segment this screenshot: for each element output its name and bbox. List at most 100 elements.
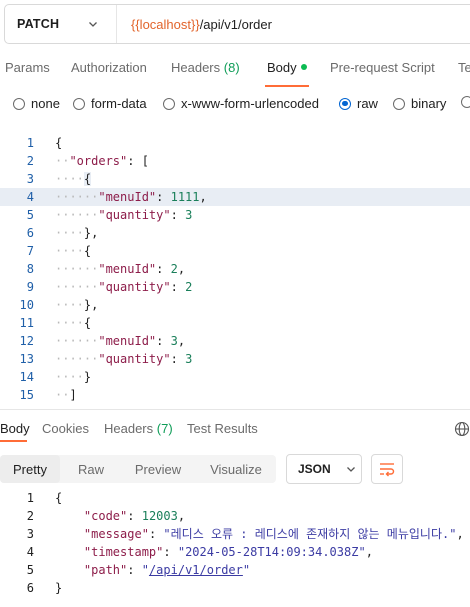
radio-circle [393, 97, 405, 110]
radio-circle [73, 97, 85, 110]
response-line: 2 "code": 12003, [0, 507, 470, 525]
json-number: 2 [170, 262, 178, 276]
json-key: "menuId" [98, 334, 157, 348]
tab-prerequest[interactable]: Pre-request Script [330, 60, 435, 75]
tab-params[interactable]: Params [5, 60, 50, 75]
radio-form-data[interactable]: form-data [73, 96, 147, 111]
radio-raw[interactable]: raw [339, 96, 378, 111]
code-line: 5 ······"quantity": 3 [0, 206, 470, 224]
view-pretty-button[interactable]: Pretty [0, 455, 60, 483]
line-number: 2 [26, 509, 34, 523]
code-line: 3 ····{ [0, 170, 470, 188]
url-variable: {{localhost}} [131, 16, 200, 32]
response-line: 4 "timestamp": "2024-05-28T14:09:34.038Z… [0, 543, 470, 561]
line-number: 9 [26, 280, 34, 294]
code-text: ····{ [55, 244, 92, 258]
radio-none[interactable]: none [13, 96, 60, 111]
json-key: "timestamp" [83, 545, 164, 559]
code-text: ····} [55, 370, 92, 384]
radio-circle [461, 96, 470, 108]
wrap-lines-button[interactable] [371, 454, 403, 484]
code-text: ····{ [55, 172, 92, 186]
line-number: 8 [26, 262, 34, 276]
pane-divider[interactable] [0, 409, 470, 410]
line-number: 1 [26, 136, 34, 150]
response-tab-test-results[interactable]: Test Results [187, 421, 258, 436]
view-visualize-button[interactable]: Visualize [196, 455, 276, 483]
code-text: ··"orders": [ [55, 154, 149, 168]
response-tab-body[interactable]: Body [0, 421, 30, 436]
code-text: { [55, 136, 63, 150]
tab-body[interactable]: Body [267, 60, 307, 75]
request-bar: PATCH {{localhost}}/api/v1/order [4, 4, 470, 44]
json-number: 3 [170, 334, 178, 348]
response-line: 1{ [0, 489, 470, 507]
json-string: "2024-05-28T14:09:34.038Z" [177, 545, 366, 559]
json-number: 2 [185, 280, 193, 294]
response-line: 3 "message": "레디스 오류 : 레디스에 존재하지 않는 메뉴입니… [0, 525, 470, 543]
url-path: /api/v1/order [199, 16, 272, 32]
code-line-highlighted: 4 ······"menuId": 1111, [0, 188, 470, 206]
json-key: "code" [83, 509, 128, 523]
radio-circle [339, 97, 351, 110]
format-select[interactable]: JSON [286, 454, 362, 484]
line-number: 1 [26, 491, 34, 505]
format-label: JSON [298, 462, 331, 476]
code-line: 6 ····}, [0, 224, 470, 242]
radio-urlencoded[interactable]: x-www-form-urlencoded [163, 96, 319, 111]
radio-label: binary [411, 96, 447, 111]
view-preview-button[interactable]: Preview [122, 455, 194, 483]
code-line: 14 ····} [0, 368, 470, 386]
radio-graphql[interactable] [461, 96, 470, 108]
response-tab-headers[interactable]: Headers (7) [104, 421, 173, 436]
line-number: 12 [19, 334, 34, 348]
view-raw-button[interactable]: Raw [62, 455, 120, 483]
json-key: "orders" [69, 154, 128, 168]
code-text: ····}, [55, 298, 99, 312]
response-body[interactable]: 1{ 2 "code": 12003, 3 "message": "레디스 오류… [0, 489, 470, 599]
line-number: 2 [26, 154, 34, 168]
line-number: 3 [26, 172, 34, 186]
code-text: ······"quantity": 3 [55, 352, 193, 366]
radio-label: raw [357, 96, 378, 111]
line-number: 3 [26, 527, 34, 541]
code-text: { [55, 491, 63, 505]
line-number: 13 [19, 352, 34, 366]
code-text: ······"quantity": 2 [55, 280, 193, 294]
code-line: 1{ [0, 134, 470, 152]
wrap-lines-icon [380, 463, 395, 477]
json-link[interactable]: /api/v1/order [149, 563, 243, 577]
code-text: ··] [55, 388, 77, 402]
json-string: "레디스 오류 : 레디스에 존재하지 않는 메뉴입니다." [163, 527, 457, 541]
json-key: "menuId" [98, 262, 157, 276]
tab-tests[interactable]: Te [458, 60, 470, 75]
request-body-editor[interactable]: 1{ 2 ··"orders": [ 3 ····{ 4 ······"menuId"… [0, 132, 470, 404]
response-tab-cookies[interactable]: Cookies [42, 421, 89, 436]
line-number: 4 [26, 545, 34, 559]
chevron-down-icon [346, 467, 355, 472]
body-modified-dot [300, 64, 307, 70]
code-text: } [55, 581, 63, 595]
request-tabs: Params Authorization Headers (8) Body Pr… [0, 50, 470, 86]
radio-label: none [31, 96, 60, 111]
json-number: 1111 [170, 190, 200, 204]
code-text: "path": "/api/v1/order" [83, 563, 251, 577]
code-text: "code": 12003, [83, 509, 186, 523]
radio-binary[interactable]: binary [393, 96, 446, 111]
response-tab-headers-count: (7) [156, 421, 173, 436]
method-select[interactable]: PATCH [5, 5, 117, 43]
line-number: 6 [26, 226, 34, 240]
tab-authorization[interactable]: Authorization [71, 60, 147, 75]
radio-label: form-data [91, 96, 147, 111]
code-text: ······"menuId": 2, [55, 262, 186, 276]
tab-headers[interactable]: Headers (8) [171, 60, 240, 75]
json-number: 3 [185, 208, 193, 222]
response-tab-headers-label: Headers [104, 421, 154, 436]
line-number: 10 [19, 298, 34, 312]
globe-icon[interactable] [454, 421, 470, 437]
radio-circle [163, 97, 175, 110]
url-input[interactable]: {{localhost}}/api/v1/order [117, 17, 272, 32]
chevron-down-icon [89, 22, 97, 27]
method-label: PATCH [17, 17, 60, 31]
response-line: 5 "path": "/api/v1/order" [0, 561, 470, 579]
